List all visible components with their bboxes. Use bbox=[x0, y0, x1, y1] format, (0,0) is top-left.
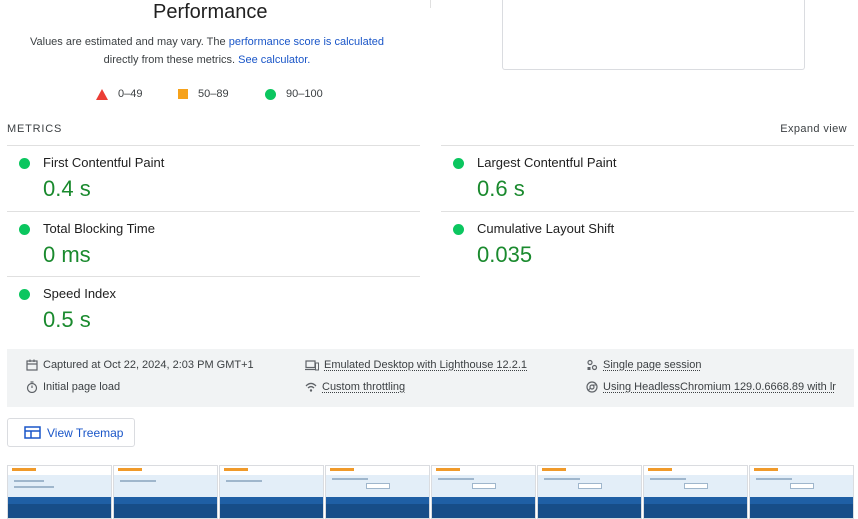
browser-version[interactable]: Using HeadlessChromium 129.0.6668.89 wit… bbox=[586, 381, 836, 393]
metric-label: Cumulative Layout Shift bbox=[477, 221, 615, 236]
session-type[interactable]: Single page session bbox=[586, 359, 701, 371]
pass-circle-icon bbox=[19, 289, 30, 300]
throttling-info-text: Custom throttling bbox=[322, 381, 406, 393]
score-calculated-link[interactable]: performance score is calculated bbox=[229, 36, 384, 48]
metric-cumulative-layout-shift: Cumulative Layout Shift 0.035 bbox=[441, 212, 853, 278]
expand-view-toggle[interactable]: Expand view bbox=[780, 123, 847, 135]
metrics-header: METRICS bbox=[7, 123, 63, 135]
metric-label: Largest Contentful Paint bbox=[477, 155, 617, 170]
metric-value: 0.4 s bbox=[43, 176, 91, 201]
captured-at: Captured at Oct 22, 2024, 2:03 PM GMT+1 bbox=[26, 359, 254, 371]
metric-label: Total Blocking Time bbox=[43, 221, 155, 236]
filmstrip-frame bbox=[749, 465, 854, 519]
column-divider bbox=[430, 0, 431, 8]
score-note-line1: Values are estimated and may vary. The p… bbox=[0, 36, 414, 48]
square-icon bbox=[178, 89, 188, 99]
filmstrip-frame bbox=[537, 465, 642, 519]
triangle-icon bbox=[96, 88, 108, 100]
legend-fail-range: 0–49 bbox=[118, 88, 143, 100]
metric-value: 0.035 bbox=[477, 242, 533, 267]
metric-value: 0.5 s bbox=[43, 307, 91, 332]
metric-total-blocking-time: Total Blocking Time 0 ms bbox=[7, 212, 419, 278]
captured-at-text: Captured at Oct 22, 2024, 2:03 PM GMT+1 bbox=[43, 359, 254, 371]
pass-circle-icon bbox=[19, 224, 30, 235]
emulated-device-text: Emulated Desktop with Lighthouse 12.2.1 bbox=[324, 359, 528, 371]
calendar-icon bbox=[26, 359, 38, 371]
legend-fail: 0–49 bbox=[96, 88, 142, 100]
view-treemap-button[interactable]: View Treemap bbox=[7, 418, 135, 447]
see-calculator-link[interactable]: See calculator. bbox=[238, 54, 310, 66]
pass-circle-icon bbox=[19, 158, 30, 169]
filmstrip-frame bbox=[7, 465, 112, 519]
timer-icon bbox=[26, 381, 38, 393]
metric-value: 0 ms bbox=[43, 242, 91, 267]
view-treemap-label: View Treemap bbox=[47, 425, 124, 440]
page-load-type: Initial page load bbox=[26, 381, 120, 393]
metric-label: Speed Index bbox=[43, 286, 117, 301]
chrome-icon bbox=[586, 381, 598, 393]
throttling-info[interactable]: Custom throttling bbox=[305, 381, 405, 393]
legend-pass-range: 90–100 bbox=[286, 88, 323, 100]
score-note-text: Values are estimated and may vary. The bbox=[29, 36, 229, 48]
session-type-text: Single page session bbox=[603, 359, 702, 371]
metric-speed-index: Speed Index 0.5 s bbox=[7, 277, 419, 343]
circle-icon bbox=[265, 88, 276, 100]
wifi-icon bbox=[305, 382, 317, 392]
pass-circle-icon bbox=[453, 224, 464, 235]
emulated-device[interactable]: Emulated Desktop with Lighthouse 12.2.1 bbox=[305, 359, 527, 371]
legend-pass: 90–100 bbox=[265, 88, 323, 100]
filmstrip-frame bbox=[219, 465, 324, 519]
filmstrip bbox=[7, 465, 858, 519]
filmstrip-frame bbox=[113, 465, 218, 519]
perf-score-title: Performance bbox=[153, 1, 268, 23]
filmstrip-frame bbox=[431, 465, 536, 519]
session-icon bbox=[587, 359, 598, 371]
pass-circle-icon bbox=[453, 158, 464, 169]
legend-average: 50–89 bbox=[178, 88, 229, 100]
run-info-panel: Captured at Oct 22, 2024, 2:03 PM GMT+1 … bbox=[7, 349, 854, 407]
score-note-text2: directly from these metrics. bbox=[103, 54, 236, 66]
browser-version-text: Using HeadlessChromium 129.0.6668.89 wit… bbox=[603, 381, 836, 393]
metric-largest-contentful-paint: Largest Contentful Paint 0.6 s bbox=[441, 146, 853, 212]
filmstrip-frame bbox=[325, 465, 430, 519]
treemap-icon bbox=[24, 426, 41, 439]
metric-value: 0.6 s bbox=[477, 176, 525, 201]
devices-icon bbox=[305, 360, 319, 371]
legend-average-range: 50–89 bbox=[198, 88, 229, 100]
page-preview-box bbox=[502, 0, 805, 70]
metric-first-contentful-paint: First Contentful Paint 0.4 s bbox=[7, 146, 419, 212]
page-load-type-text: Initial page load bbox=[43, 381, 121, 393]
metric-label: First Contentful Paint bbox=[43, 155, 165, 170]
filmstrip-frame bbox=[643, 465, 748, 519]
score-note-line2: directly from these metrics. See calcula… bbox=[0, 54, 414, 66]
